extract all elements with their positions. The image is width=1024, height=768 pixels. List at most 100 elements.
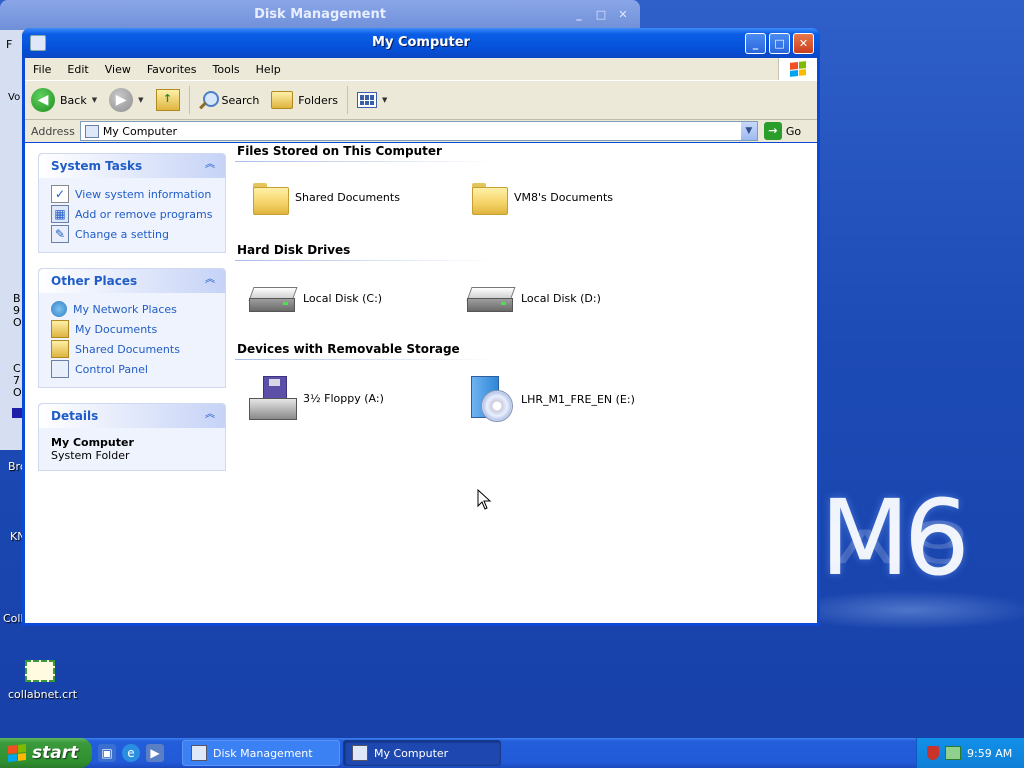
back-dropdown-icon[interactable]: ▼ — [92, 96, 97, 104]
system-tasks-title: System Tasks — [51, 159, 143, 173]
search-icon — [198, 91, 219, 110]
media-player-icon[interactable]: ▶ — [146, 744, 164, 762]
cd-drive-icon — [467, 376, 513, 422]
computer-icon — [84, 124, 99, 138]
task-change-setting[interactable]: ✎ Change a setting — [51, 224, 215, 244]
desktop-icon-label: collabnet.crt — [8, 688, 78, 701]
hard-disk-icon — [466, 283, 516, 313]
place-my-documents[interactable]: My Documents — [51, 319, 215, 339]
up-folder-icon: ↑ — [155, 89, 180, 111]
strip-text: F — [6, 38, 13, 51]
item-shared-documents[interactable]: Shared Documents — [251, 181, 400, 215]
collapse-chevron-icon[interactable]: ︽ — [203, 158, 217, 172]
place-label: My Network Places — [73, 302, 177, 316]
details-description: System Folder — [51, 449, 130, 462]
desktop-partial-label: Coll — [3, 612, 24, 625]
hard-disk-icon — [248, 283, 298, 313]
back-label: Back — [60, 93, 87, 107]
menu-tools[interactable]: Tools — [205, 63, 248, 76]
taskbar-item-disk-management[interactable]: Disk Management — [182, 740, 340, 766]
search-button[interactable]: Search — [193, 83, 266, 117]
task-label: View system information — [75, 187, 212, 201]
desktop-icon-collabnet[interactable]: collabnet.crt — [8, 660, 78, 701]
menu-edit[interactable]: Edit — [59, 63, 96, 76]
item-label: Local Disk (C:) — [303, 291, 383, 305]
taskbar: start ▣ e ▶ Disk Management My Computer … — [0, 738, 1024, 768]
place-shared-documents[interactable]: Shared Documents — [51, 339, 215, 359]
item-local-disk-d[interactable]: Local Disk (D:) — [466, 283, 601, 313]
place-control-panel[interactable]: Control Panel — [51, 359, 215, 379]
item-local-disk-c[interactable]: Local Disk (C:) — [248, 283, 383, 313]
folders-label: Folders — [298, 93, 339, 107]
close-button[interactable]: ✕ — [793, 33, 814, 54]
item-vm8-documents[interactable]: VM8's Documents — [470, 181, 613, 215]
details-panel: Details ︽ My Computer System Folder — [38, 403, 226, 471]
details-title: Details — [51, 409, 99, 423]
security-shield-icon[interactable] — [927, 746, 939, 760]
folder-icon — [51, 340, 69, 358]
close-button[interactable]: ✕ — [614, 6, 632, 24]
address-dropdown-button[interactable]: ▼ — [740, 122, 757, 140]
quick-launch: ▣ e ▶ — [98, 744, 164, 762]
back-button[interactable]: ◀ Back ▼ — [25, 83, 103, 117]
menu-help[interactable]: Help — [248, 63, 289, 76]
views-dropdown-icon[interactable]: ▼ — [382, 96, 387, 104]
forward-dropdown-icon[interactable]: ▼ — [138, 96, 143, 104]
taskbar-item-my-computer[interactable]: My Computer — [343, 740, 501, 766]
task-label: My Computer — [374, 746, 449, 760]
go-button[interactable]: → Go — [763, 122, 801, 140]
menu-file[interactable]: File — [25, 63, 59, 76]
maximize-button[interactable]: □ — [769, 33, 790, 54]
toolbar-separator — [347, 86, 349, 114]
menu-view[interactable]: View — [97, 63, 139, 76]
item-label: Shared Documents — [295, 190, 400, 204]
task-view-system-info[interactable]: ✓ View system information — [51, 184, 215, 204]
maximize-button[interactable]: □ — [592, 6, 610, 24]
place-my-network-places[interactable]: My Network Places — [51, 299, 215, 319]
section-title: Devices with Removable Storage — [237, 342, 460, 356]
item-floppy-a[interactable]: 3½ Floppy (A:) — [249, 376, 384, 420]
network-icon[interactable] — [945, 746, 961, 760]
my-computer-window[interactable]: My Computer _ □ ✕ File Edit View Favorit… — [22, 28, 820, 626]
task-add-remove-programs[interactable]: ▦ Add or remove programs — [51, 204, 215, 224]
internet-explorer-icon[interactable]: e — [122, 744, 140, 762]
forward-button[interactable]: ▶ ▼ — [103, 83, 149, 117]
other-places-title: Other Places — [51, 274, 138, 288]
disk-management-titlebar[interactable]: Disk Management _ □ ✕ — [0, 0, 640, 30]
place-label: My Documents — [75, 322, 158, 336]
address-label: Address — [31, 124, 75, 138]
network-places-icon — [51, 301, 67, 317]
show-desktop-icon[interactable]: ▣ — [98, 744, 116, 762]
strip-text: O — [13, 316, 22, 329]
disk-management-title: Disk Management — [254, 7, 386, 22]
item-label: VM8's Documents — [514, 190, 613, 204]
menu-favorites[interactable]: Favorites — [139, 63, 205, 76]
minimize-button[interactable]: _ — [745, 33, 766, 54]
start-label: start — [32, 743, 79, 763]
item-cd-drive-e[interactable]: LHR_M1_FRE_EN (E:) — [467, 376, 635, 422]
views-button[interactable]: ▼ — [351, 83, 393, 117]
place-label: Shared Documents — [75, 342, 180, 356]
folders-icon — [271, 91, 294, 109]
system-tasks-header[interactable]: System Tasks ︽ — [39, 154, 225, 178]
details-header[interactable]: Details ︽ — [39, 404, 225, 428]
collapse-chevron-icon[interactable]: ︽ — [203, 408, 217, 422]
system-info-icon: ✓ — [51, 185, 69, 203]
task-label: Disk Management — [213, 746, 313, 760]
start-button[interactable]: start — [0, 738, 92, 768]
section-title: Files Stored on This Computer — [237, 144, 442, 158]
folder-icon — [470, 181, 508, 215]
item-label: 3½ Floppy (A:) — [303, 391, 384, 405]
up-folder-button[interactable]: ↑ — [150, 83, 186, 117]
clock[interactable]: 9:59 AM — [967, 747, 1012, 760]
other-places-header[interactable]: Other Places ︽ — [39, 269, 225, 293]
windows-logo-icon — [8, 744, 26, 762]
minimize-button[interactable]: _ — [570, 6, 588, 24]
other-places-panel: Other Places ︽ My Network Places My Docu… — [38, 268, 226, 388]
folder-icon — [251, 181, 289, 215]
search-label: Search — [221, 93, 260, 107]
address-input[interactable]: My Computer ▼ — [79, 121, 758, 141]
collapse-chevron-icon[interactable]: ︽ — [203, 273, 217, 287]
titlebar[interactable]: My Computer _ □ ✕ — [22, 28, 820, 58]
folders-button[interactable]: Folders — [265, 83, 344, 117]
